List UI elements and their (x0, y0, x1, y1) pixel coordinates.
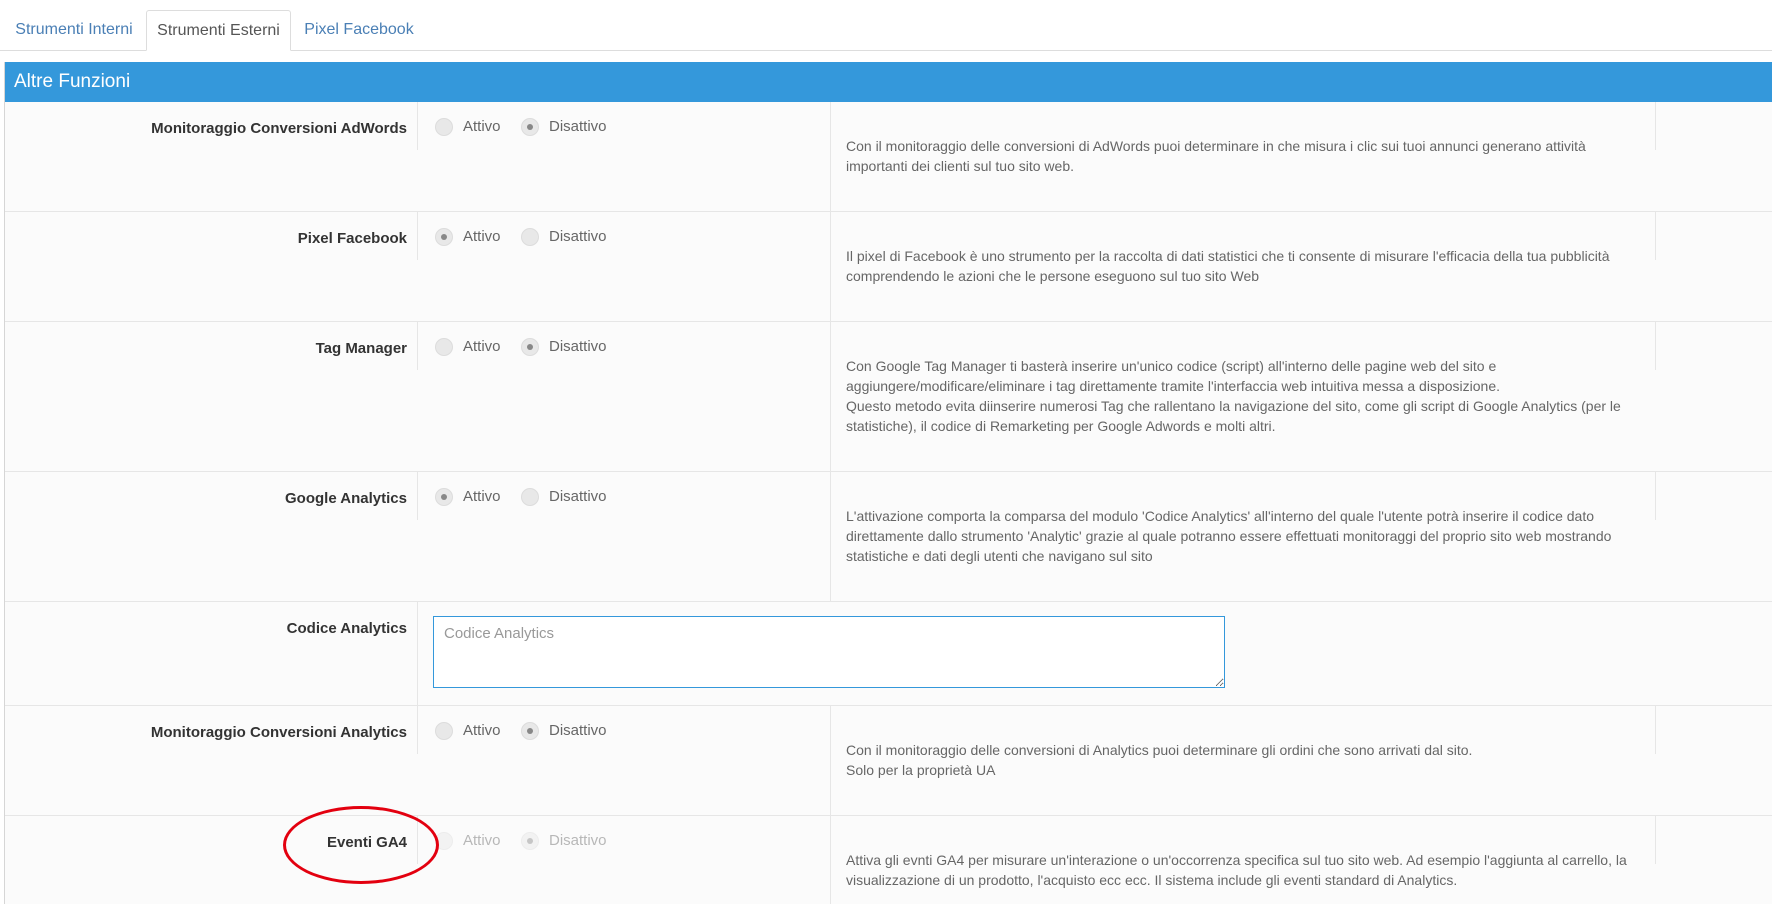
divider (417, 102, 418, 150)
setting-label: Eventi GA4 (326, 834, 407, 851)
divider (830, 472, 831, 601)
radio-label-attivo: Attivo (463, 722, 501, 739)
setting-description: L'attivazione comporta la comparsa del m… (846, 508, 1612, 564)
radio-disattivo[interactable] (521, 832, 539, 850)
radio-label-disattivo: Disattivo (549, 488, 607, 505)
setting-label: Pixel Facebook (297, 230, 407, 247)
radio-label-attivo: Attivo (463, 228, 501, 245)
divider (1655, 322, 1656, 370)
radio-attivo[interactable] (435, 228, 453, 246)
radio-label-disattivo: Disattivo (549, 338, 607, 355)
radio-attivo[interactable] (435, 118, 453, 136)
radio-label-attivo: Attivo (463, 488, 501, 505)
radio-attivo[interactable] (435, 722, 453, 740)
radio-label-disattivo: Disattivo (549, 118, 607, 135)
radio-label-disattivo: Disattivo (549, 228, 607, 245)
setting-label: Codice Analytics (286, 620, 407, 637)
setting-description: Attiva gli evnti GA4 per misurare un'int… (846, 852, 1627, 888)
divider (417, 816, 418, 864)
setting-label: Tag Manager (315, 340, 407, 357)
radio-attivo[interactable] (435, 488, 453, 506)
divider (417, 602, 418, 706)
setting-description: Il pixel di Facebook è uno strumento per… (846, 248, 1610, 284)
divider (417, 212, 418, 260)
divider (830, 102, 831, 211)
panel-title: Altre Funzioni (5, 62, 1772, 102)
setting-row-eventi-ga4: Eventi GA4 Attivo Disattivo Attiva gli e… (5, 816, 1772, 904)
tab-strumenti-interni[interactable]: Strumenti Interni (6, 10, 142, 51)
setting-label: Google Analytics (285, 490, 407, 507)
setting-description: Con Google Tag Manager ti basterà inseri… (846, 358, 1621, 434)
divider (830, 322, 831, 471)
setting-row-google-analytics: Google Analytics Attivo Disattivo L'atti… (5, 472, 1772, 602)
setting-label: Monitoraggio Conversioni AdWords (151, 120, 407, 137)
divider (830, 706, 831, 815)
divider (1655, 706, 1656, 754)
radio-label-attivo: Attivo (463, 118, 501, 135)
radio-label-disattivo: Disattivo (549, 832, 607, 849)
divider (1655, 472, 1656, 520)
setting-description: Con il monitoraggio delle conversioni di… (846, 742, 1473, 778)
radio-disattivo[interactable] (521, 118, 539, 136)
divider (830, 816, 831, 904)
divider (417, 472, 418, 520)
setting-description: Con il monitoraggio delle conversioni di… (846, 138, 1586, 174)
radio-label-disattivo: Disattivo (549, 722, 607, 739)
radio-disattivo[interactable] (521, 488, 539, 506)
setting-row-codice-analytics: Codice Analytics (5, 602, 1772, 706)
divider (417, 706, 418, 754)
radio-attivo[interactable] (435, 338, 453, 356)
setting-row-adwords: Monitoraggio Conversioni AdWords Attivo … (5, 102, 1772, 212)
radio-disattivo[interactable] (521, 338, 539, 356)
analytics-code-input[interactable] (433, 616, 1225, 688)
radio-disattivo[interactable] (521, 722, 539, 740)
setting-label: Monitoraggio Conversioni Analytics (150, 724, 407, 741)
tab-strumenti-esterni[interactable]: Strumenti Esterni (146, 10, 291, 51)
tab-pixel-facebook[interactable]: Pixel Facebook (300, 10, 418, 51)
tab-bar: Strumenti Interni Strumenti Esterni Pixe… (0, 0, 1772, 51)
setting-row-pixel-facebook: Pixel Facebook Attivo Disattivo Il pixel… (5, 212, 1772, 322)
divider (1655, 212, 1656, 260)
panel-altre-funzioni: Altre Funzioni Monitoraggio Conversioni … (4, 62, 1772, 904)
radio-disattivo[interactable] (521, 228, 539, 246)
radio-label-attivo: Attivo (463, 338, 501, 355)
divider (1655, 816, 1656, 864)
divider (830, 212, 831, 321)
divider (417, 322, 418, 370)
setting-row-tag-manager: Tag Manager Attivo Disattivo Con Google … (5, 322, 1772, 472)
setting-row-conversioni-analytics: Monitoraggio Conversioni Analytics Attiv… (5, 706, 1772, 816)
radio-label-attivo: Attivo (463, 832, 501, 849)
radio-attivo[interactable] (435, 832, 453, 850)
divider (1655, 102, 1656, 150)
